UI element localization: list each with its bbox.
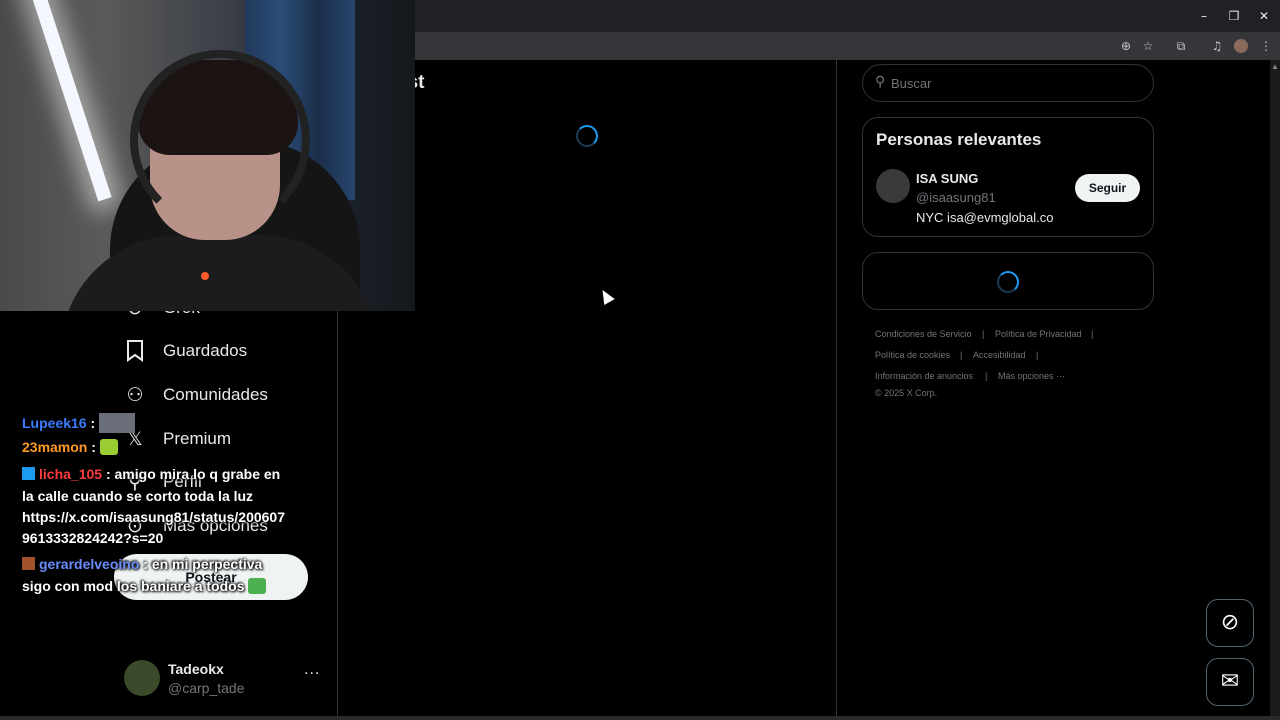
nav-item-comunidades[interactable]: ⚇ Comunidades (122, 379, 268, 411)
footer-separator: | (960, 350, 963, 360)
user-badge-icon (22, 557, 35, 570)
loading-card (862, 252, 1154, 310)
chat-text: en mi perpectiva (151, 556, 263, 572)
user-handle[interactable]: @isaasung81 (916, 190, 996, 205)
more-icon[interactable]: ··· (304, 666, 320, 682)
zoom-icon[interactable]: ⊕ (1117, 37, 1135, 55)
chat-separator: : (102, 466, 115, 482)
messages-fab-button[interactable]: ✉ (1206, 658, 1254, 706)
chat-username: Lupeek16 (22, 415, 87, 431)
minimize-icon[interactable]: – (1194, 6, 1214, 26)
user-bio: NYC isa@evmglobal.co (916, 210, 1054, 225)
bookmark-icon (122, 338, 148, 364)
chat-image-thumbnail (99, 413, 136, 433)
subscriber-badge-icon (22, 467, 35, 480)
chat-separator: : (86, 415, 96, 431)
close-icon[interactable]: ✕ (1254, 6, 1274, 26)
chat-text-line: sigo con mod los baniare a todos (22, 578, 245, 594)
extensions-icon[interactable]: ⧉ (1172, 37, 1190, 55)
search-icon: ⚲ (875, 74, 886, 90)
card-title: Personas relevantes (876, 130, 1042, 149)
chat-text-line: 9613332824242?s=20 (22, 530, 164, 546)
footer-separator: | (985, 371, 988, 381)
menu-icon[interactable]: ⋮ (1257, 37, 1275, 55)
search-input[interactable]: ⚲ Buscar (862, 64, 1154, 102)
footer-separator: | (982, 329, 985, 339)
chat-message: Lupeek16 : (22, 413, 136, 433)
pepe-emote-icon (248, 578, 267, 594)
scrollbar[interactable] (1270, 60, 1280, 716)
user-name[interactable]: ISA SUNG (916, 171, 978, 186)
footer-separator: | (1036, 350, 1039, 360)
restore-icon[interactable]: ❐ (1224, 6, 1244, 26)
chat-message: licha_105 : amigo mira lo q grabe en (22, 466, 280, 482)
chat-message: sigo con mod los baniare a todos (22, 578, 267, 594)
chat-username: 23mamon (22, 439, 88, 455)
headset (130, 50, 310, 230)
follow-button[interactable]: Seguir (1075, 174, 1140, 202)
bottom-strip (0, 716, 1280, 720)
grok-fab-button[interactable]: ⊘ (1206, 599, 1254, 647)
chat-text-line: la calle cuando se corto toda la luz (22, 488, 254, 504)
relevant-people-card: Personas relevantes ISA SUNG @isaasung81… (862, 117, 1154, 237)
nav-item-label: Guardados (163, 341, 248, 360)
chat-separator: : (139, 556, 152, 572)
emote-icon (99, 439, 118, 455)
footer-link-ads-info[interactable]: Información de anuncios (875, 371, 973, 381)
star-icon[interactable]: ☆ (1139, 37, 1157, 55)
account-name: Tadeokx (168, 661, 224, 677)
microphone-light (201, 272, 209, 280)
scroll-up-arrow-icon[interactable]: ▲ (1270, 62, 1280, 72)
webcam-overlay (0, 0, 415, 311)
account-switcher[interactable]: Tadeokx @carp_tade ··· (122, 658, 332, 698)
chat-separator: : (87, 439, 96, 455)
mail-icon: ✉ (1220, 669, 1240, 694)
chat-message: gerardelveoino : en mi perpectiva (22, 556, 262, 572)
chat-text: amigo mira lo q grabe en (114, 466, 281, 482)
communities-icon: ⚇ (126, 384, 144, 406)
footer-link-privacy[interactable]: Política de Privacidad (995, 329, 1082, 339)
footer-separator: | (1091, 329, 1094, 339)
footer-link-accessibility[interactable]: Accesibilidad (973, 350, 1026, 360)
avatar[interactable] (876, 169, 910, 203)
loading-spinner (576, 125, 598, 147)
divider (836, 60, 837, 716)
footer-link-terms[interactable]: Condiciones de Servicio (875, 329, 972, 339)
profile-avatar[interactable] (1234, 39, 1248, 53)
chat-message: 23mamon : (22, 439, 118, 455)
footer-link-cookies[interactable]: Política de cookies (875, 350, 950, 360)
grok-icon: ⊘ (1220, 610, 1240, 635)
account-handle: @carp_tade (168, 680, 245, 696)
media-icon[interactable]: ♫ (1208, 37, 1226, 55)
chat-username: licha_105 (39, 466, 103, 482)
chat-username: gerardelveoino (39, 556, 140, 572)
footer-link-more-options[interactable]: Más opciones ··· (998, 371, 1065, 381)
chat-text-line: https://x.com/isaasung81/status/200607 (22, 509, 285, 525)
copyright: © 2025 X Corp. (875, 388, 938, 398)
nav-item-label: Premium (163, 429, 232, 448)
nav-item-label: Comunidades (163, 385, 268, 404)
search-placeholder: Buscar (891, 76, 932, 91)
loading-spinner (997, 271, 1019, 293)
nav-item-premium[interactable]: 𝕏 Premium (122, 423, 231, 455)
avatar (124, 660, 160, 696)
nav-item-guardados[interactable]: Guardados (122, 335, 247, 367)
